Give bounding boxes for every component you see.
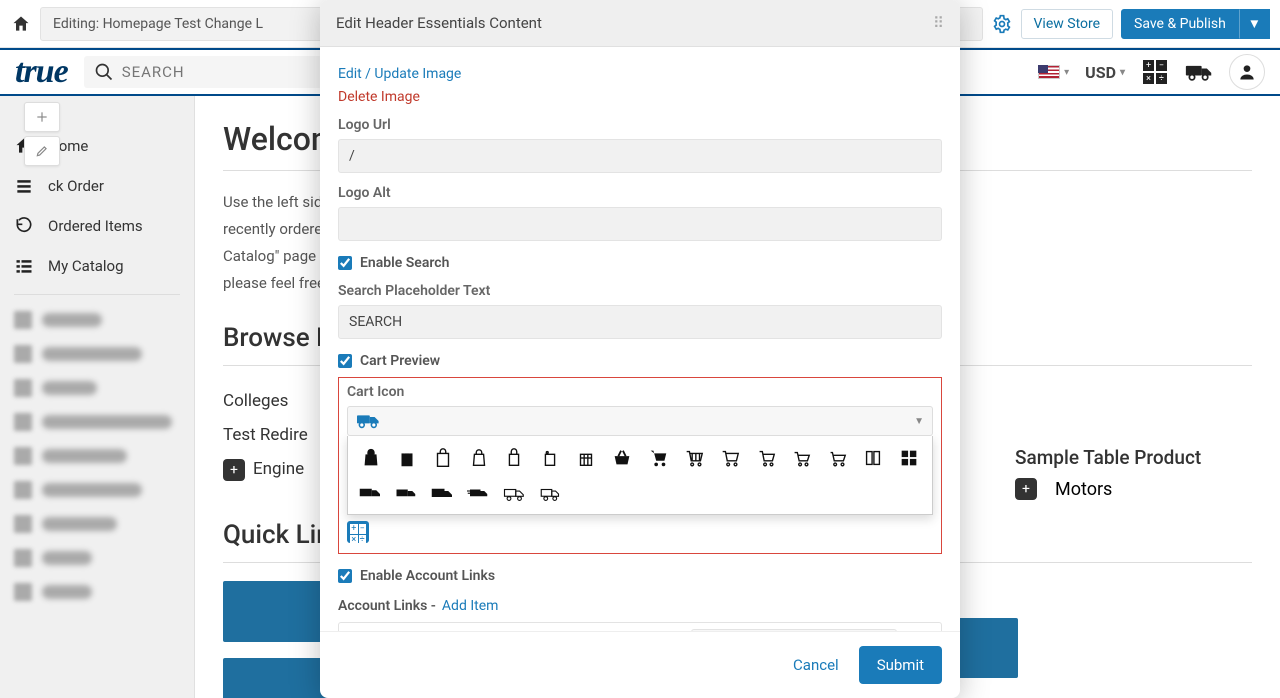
- account-links-table: ⠿ Login▼ NOT LOGGED IN✕ ✕ ⠿ My Account▼ …: [338, 622, 942, 631]
- bag-handle-solid-icon[interactable]: [358, 446, 384, 470]
- drag-handle-icon[interactable]: ⠿: [933, 14, 944, 32]
- cart-icon-dropdown: [347, 436, 933, 515]
- account-links-label: Account Links -: [338, 598, 436, 614]
- enable-account-links-label: Enable Account Links: [360, 568, 495, 584]
- sidebar-tab-edit[interactable]: [24, 136, 60, 166]
- modal-header: Edit Header Essentials Content ⠿: [320, 0, 960, 47]
- drag-handle-icon[interactable]: ⠿: [339, 623, 381, 631]
- shopping-bag-outline-icon[interactable]: [430, 446, 456, 470]
- cart-icon-label: Cart Icon: [347, 384, 933, 400]
- cart-preview-checkbox[interactable]: [338, 354, 352, 368]
- modal-footer: Cancel Submit: [320, 631, 960, 698]
- truck-outline-icon[interactable]: [502, 482, 528, 506]
- account-link-row: ⠿ Login▼ NOT LOGGED IN✕ ✕: [339, 623, 941, 631]
- truck-outline2-icon[interactable]: [538, 482, 564, 506]
- modal-title: Edit Header Essentials Content: [336, 14, 542, 32]
- modal-body: Edit / Update Image Delete Image Logo Ur…: [320, 47, 960, 631]
- enable-search-checkbox[interactable]: [338, 256, 352, 270]
- logo-alt-input[interactable]: [338, 207, 942, 241]
- enable-search-label: Enable Search: [360, 255, 449, 271]
- truck-solid3-icon[interactable]: [430, 482, 456, 506]
- basket-icon[interactable]: [609, 446, 635, 470]
- truck-solid2-icon[interactable]: [394, 482, 420, 506]
- cart-icon-select[interactable]: ▼: [347, 406, 933, 436]
- cart-outline-icon[interactable]: [717, 446, 743, 470]
- calc-icon[interactable]: [896, 446, 922, 470]
- logo-url-input[interactable]: [338, 139, 942, 173]
- shopping-bag-solid-icon[interactable]: [394, 446, 420, 470]
- cart-grid-icon[interactable]: [681, 446, 707, 470]
- truck-solid-icon[interactable]: [358, 482, 384, 506]
- sidebar-tab-add[interactable]: [24, 102, 60, 132]
- cart-outline3-icon[interactable]: [789, 446, 815, 470]
- grid-bag-icon[interactable]: [573, 446, 599, 470]
- chevron-down-icon: ▼: [914, 416, 924, 427]
- truck-icon: [356, 413, 382, 429]
- cart-thin-icon[interactable]: [824, 446, 850, 470]
- cart-half-icon[interactable]: [860, 446, 886, 470]
- edit-header-modal: Edit Header Essentials Content ⠿ Edit / …: [320, 0, 960, 698]
- cart-outline2-icon[interactable]: [753, 446, 779, 470]
- search-placeholder-label: Search Placeholder Text: [338, 283, 942, 299]
- search-placeholder-input[interactable]: [338, 305, 942, 339]
- logo-url-label: Logo Url: [338, 117, 942, 133]
- cart-icon-section: Cart Icon ▼: [338, 377, 942, 554]
- modal-backdrop: Edit Header Essentials Content ⠿ Edit / …: [0, 0, 1280, 698]
- submit-button[interactable]: Submit: [859, 646, 942, 684]
- add-item-link[interactable]: Add Item: [442, 598, 499, 614]
- shopping-bag-outline2-icon[interactable]: [466, 446, 492, 470]
- cancel-button[interactable]: Cancel: [793, 656, 839, 674]
- cart-solid-icon[interactable]: [645, 446, 671, 470]
- delete-image-link[interactable]: Delete Image: [338, 89, 420, 105]
- delete-row-icon[interactable]: ✕: [901, 623, 941, 631]
- cart-preview-label: Cart Preview: [360, 353, 440, 369]
- logo-alt-label: Logo Alt: [338, 185, 942, 201]
- truck-fast-icon[interactable]: [466, 482, 492, 506]
- enable-account-links-checkbox[interactable]: [338, 569, 352, 583]
- calculator-badge-icon: +−×÷: [347, 521, 369, 543]
- edit-image-link[interactable]: Edit / Update Image: [338, 66, 461, 82]
- shopping-bag-thin-icon[interactable]: [502, 446, 528, 470]
- tag-bag-icon[interactable]: [537, 446, 563, 470]
